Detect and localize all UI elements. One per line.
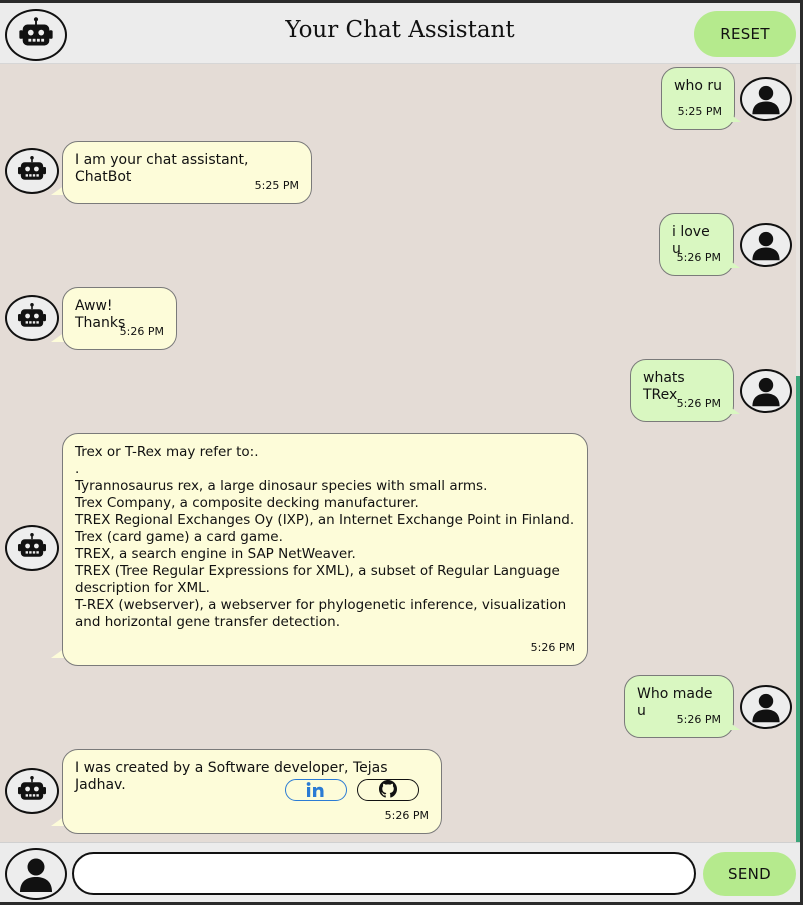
chat-app: Your Chat Assistant RESET who ru 5:25 PM… (0, 3, 800, 902)
github-link-button[interactable] (357, 779, 419, 801)
linkedin-link-button[interactable] (285, 779, 347, 801)
message-time: 5:26 PM (530, 641, 575, 654)
message-text: who ru (674, 78, 722, 94)
bot-avatar (5, 525, 59, 571)
message-time: 5:25 PM (254, 179, 299, 192)
robot-icon (16, 775, 48, 807)
bot-message-bubble: Aww! Thanks 5:26 PM (62, 287, 177, 350)
bubble-tail (726, 404, 740, 414)
user-message-bubble: who ru 5:25 PM (661, 67, 735, 130)
page-title: Your Chat Assistant (285, 17, 515, 43)
message-time: 5:26 PM (384, 809, 429, 822)
user-avatar (740, 223, 792, 267)
bot-message-bubble: I am your chat assistant, ChatBot 5:25 P… (62, 141, 312, 204)
bubble-tail (726, 720, 740, 730)
bot-message-bubble: I was created by a Software developer, T… (62, 749, 442, 834)
reset-button[interactable]: RESET (694, 11, 796, 57)
robot-icon (16, 155, 48, 187)
message-list[interactable]: who ru 5:25 PM I am your chat assistant,… (0, 64, 796, 842)
robot-icon (16, 532, 48, 564)
message-time: 5:25 PM (677, 105, 722, 118)
send-button[interactable]: SEND (703, 852, 796, 896)
user-message-bubble: i love u 5:26 PM (659, 213, 734, 276)
robot-icon (16, 302, 48, 334)
user-avatar (740, 369, 792, 413)
user-icon (749, 690, 783, 724)
message-text: Trex or T-Rex may refer to:. . Tyrannosa… (75, 444, 575, 630)
user-avatar (740, 685, 792, 729)
linkedin-icon (306, 782, 324, 797)
message-time: 5:26 PM (676, 251, 721, 264)
user-icon (749, 82, 783, 116)
github-icon (379, 780, 397, 798)
bubble-tail (727, 112, 741, 122)
message-time: 5:26 PM (119, 325, 164, 338)
bubble-tail (726, 258, 740, 268)
message-time: 5:26 PM (676, 713, 721, 726)
user-message-bubble: whats TRex 5:26 PM (630, 359, 734, 422)
user-avatar (740, 77, 792, 121)
user-icon (749, 228, 783, 262)
footer-avatar (5, 848, 67, 900)
user-message-bubble: Who made u 5:26 PM (624, 675, 734, 738)
user-icon (16, 854, 56, 894)
composer-bar: SEND (0, 842, 800, 902)
message-input[interactable] (72, 852, 696, 895)
message-time: 5:26 PM (676, 397, 721, 410)
user-icon (749, 374, 783, 408)
scrollbar-thumb[interactable] (796, 376, 800, 842)
bot-message-bubble: Trex or T-Rex may refer to:. . Tyrannosa… (62, 433, 588, 666)
bot-avatar (5, 768, 59, 814)
header-bar: Your Chat Assistant RESET (0, 3, 800, 64)
